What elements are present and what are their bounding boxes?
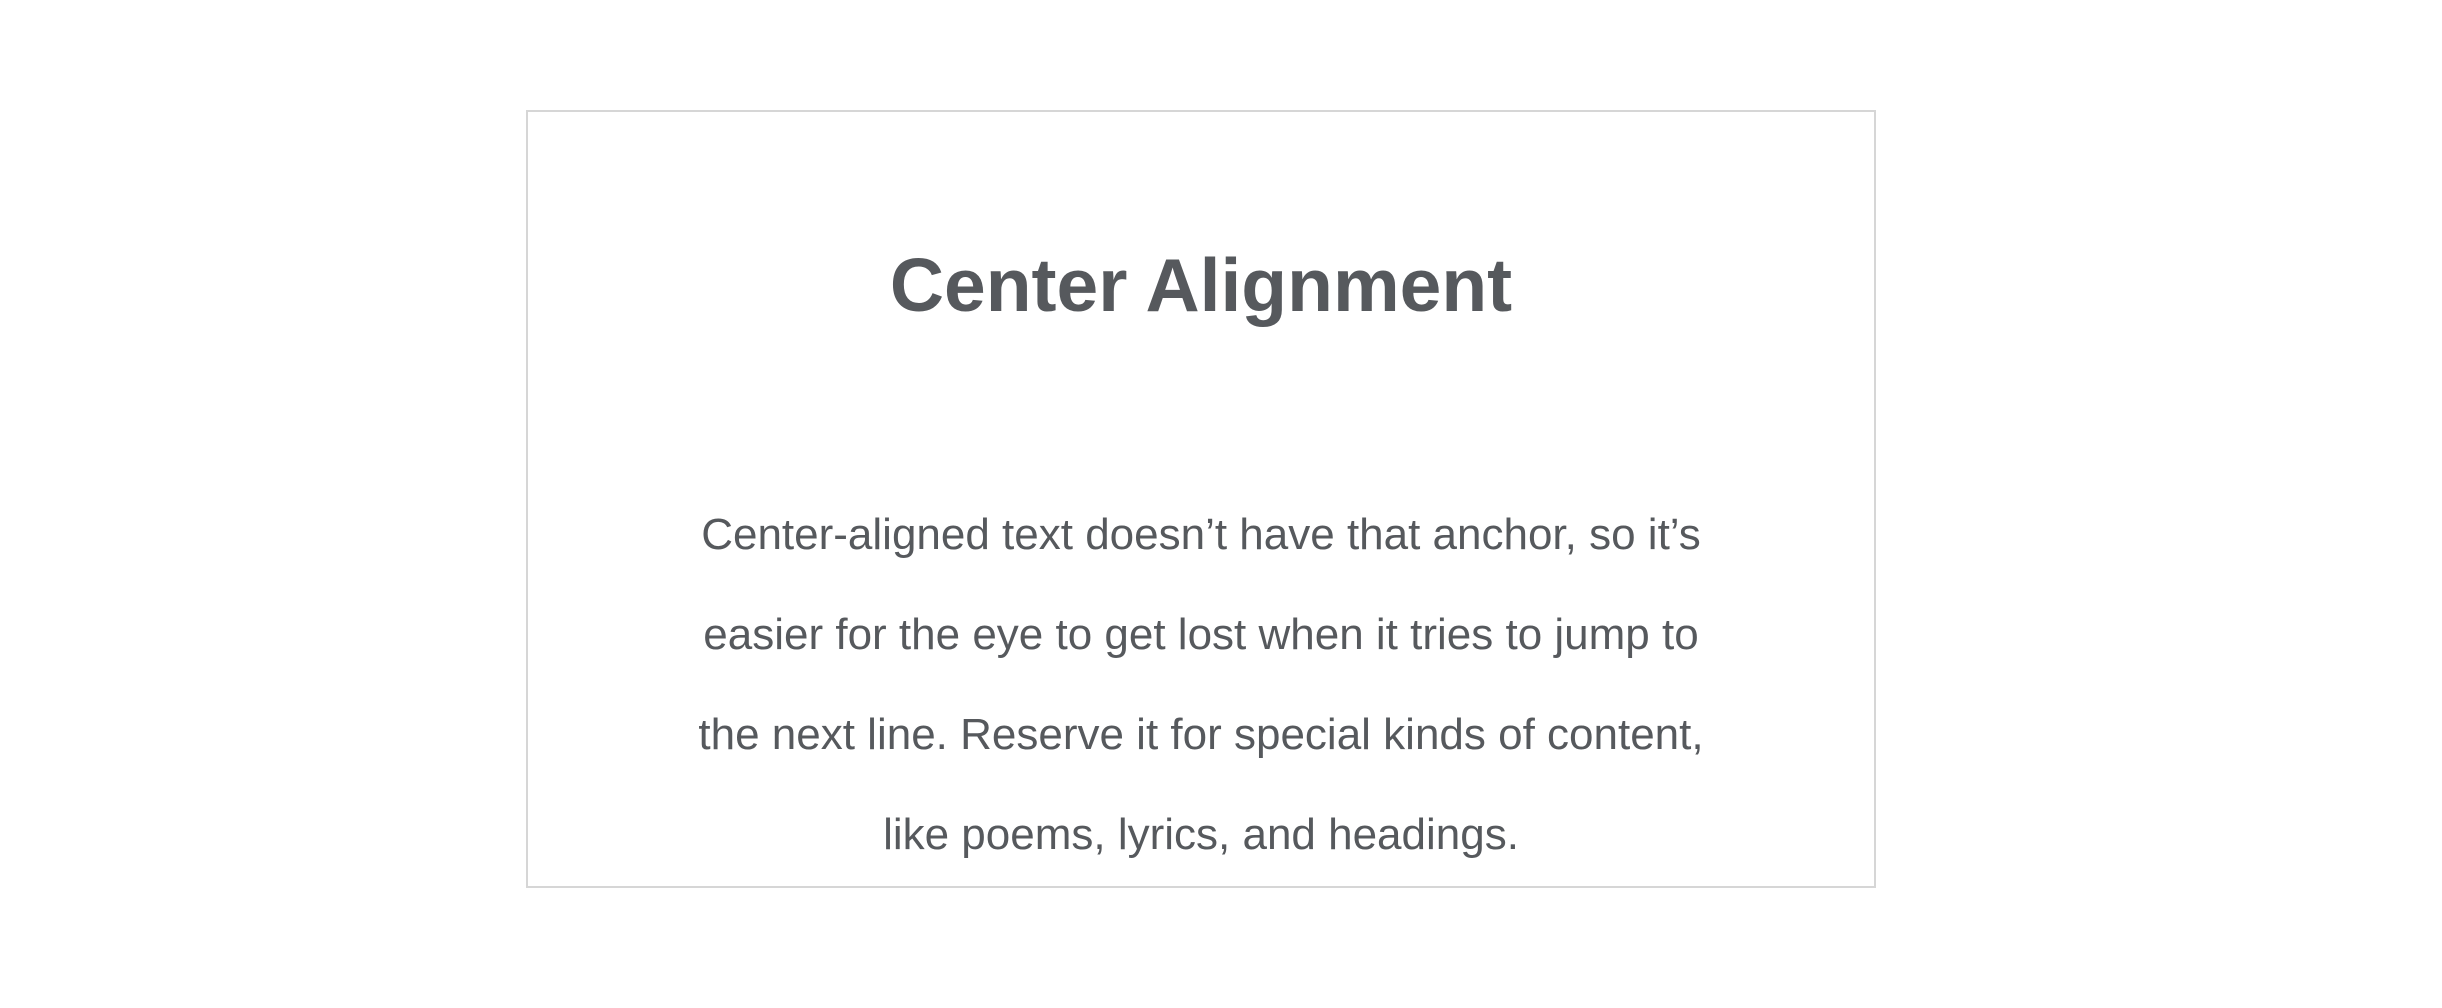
card-title: Center Alignment (889, 243, 1513, 327)
content-card: Center Alignment Center-aligned text doe… (526, 110, 1876, 888)
body-line-1: Center-aligned text doesn’t have that an… (701, 510, 1701, 559)
card-body: Center-aligned text doesn’t have that an… (528, 485, 1874, 885)
body-line-4: like poems, lyrics, and headings. (883, 810, 1519, 859)
body-line-2: easier for the eye to get lost when it t… (703, 610, 1699, 659)
body-line-3: the next line. Reserve it for special ki… (698, 710, 1704, 759)
